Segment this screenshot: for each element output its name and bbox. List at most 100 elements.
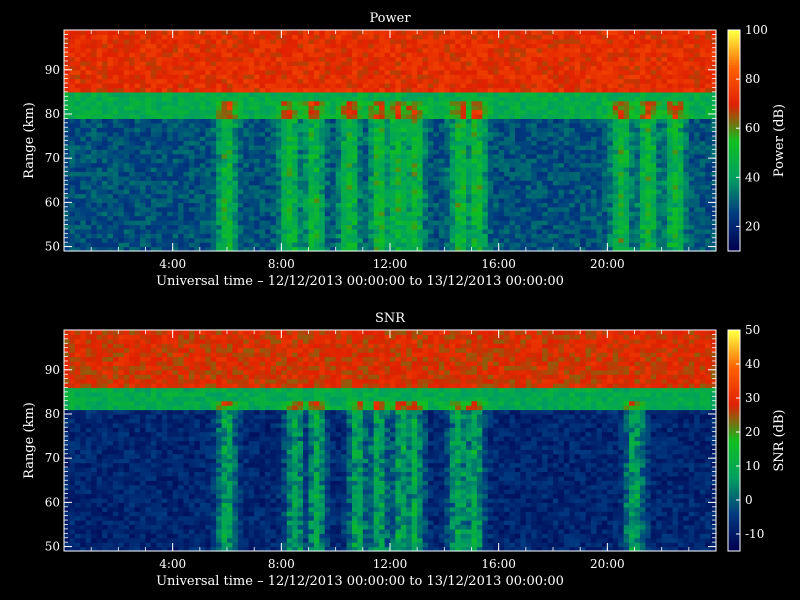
heatmap-cell — [390, 193, 397, 199]
heatmap-cell — [96, 131, 103, 137]
heatmap-cell — [74, 91, 81, 97]
heatmap-cell — [286, 211, 293, 217]
heatmap-cell — [107, 175, 114, 181]
heatmap-cell — [313, 224, 320, 230]
heatmap-cell — [205, 158, 212, 164]
heatmap-cell — [129, 167, 136, 173]
heatmap-cell — [297, 127, 304, 133]
heatmap-cell — [536, 109, 543, 115]
heatmap-cell — [172, 78, 179, 84]
heatmap-cell — [91, 153, 98, 159]
heatmap-cell — [580, 167, 587, 173]
heatmap-cell — [286, 105, 293, 111]
heatmap-cell — [313, 140, 320, 146]
heatmap-cell — [188, 34, 195, 40]
heatmap-cell — [297, 131, 304, 137]
heatmap-cell — [167, 220, 174, 226]
heatmap-cell — [74, 127, 81, 133]
heatmap-cell — [487, 113, 494, 119]
heatmap-cell — [422, 34, 429, 40]
heatmap-cell — [471, 171, 478, 177]
heatmap-cell — [129, 69, 136, 75]
heatmap-cell — [531, 158, 538, 164]
heatmap-cell — [482, 237, 489, 243]
heatmap-cell — [123, 202, 130, 208]
heatmap-cell — [319, 237, 326, 243]
heatmap-cell — [428, 193, 435, 199]
heatmap-cell — [476, 83, 483, 89]
heatmap-cell — [102, 215, 109, 221]
heatmap-cell — [237, 127, 244, 133]
heatmap-cell — [531, 184, 538, 190]
heatmap-cell — [379, 69, 386, 75]
heatmap-cell — [134, 131, 141, 137]
heatmap-cell — [205, 34, 212, 40]
heatmap-cell — [237, 153, 244, 159]
heatmap-cell — [319, 65, 326, 71]
heatmap-cell — [531, 30, 538, 36]
heatmap-cell — [574, 237, 581, 243]
heatmap-cell — [134, 87, 141, 93]
heatmap-cell — [210, 184, 217, 190]
heatmap-cell — [563, 211, 570, 217]
heatmap-cell — [509, 136, 516, 142]
heatmap-cell — [351, 38, 358, 44]
heatmap-cell — [227, 69, 234, 75]
heatmap-cell — [259, 149, 266, 155]
heatmap-cell — [270, 220, 277, 226]
heatmap-cell — [563, 122, 570, 128]
heatmap-cell — [471, 78, 478, 84]
heatmap-cell — [580, 233, 587, 239]
heatmap-cell — [74, 140, 81, 146]
heatmap-cell — [493, 131, 500, 137]
heatmap-cell — [259, 109, 266, 115]
heatmap-cell — [243, 215, 250, 221]
heatmap-cell — [259, 206, 266, 212]
heatmap-cell — [313, 158, 320, 164]
heatmap-cell — [232, 83, 239, 89]
heatmap-cell — [210, 56, 217, 62]
heatmap-cell — [487, 109, 494, 115]
heatmap-cell — [199, 140, 206, 146]
heatmap-cell — [373, 153, 380, 159]
heatmap-cell — [107, 144, 114, 150]
heatmap-cell — [188, 180, 195, 186]
heatmap-cell — [351, 109, 358, 115]
heatmap-cell — [390, 131, 397, 137]
heatmap-cell — [460, 100, 467, 106]
heatmap-cell — [482, 83, 489, 89]
heatmap-cell — [368, 34, 375, 40]
heatmap-cell — [281, 91, 288, 97]
heatmap-cell — [601, 184, 608, 190]
heatmap-cell — [178, 237, 185, 243]
heatmap-cell — [275, 122, 282, 128]
heatmap-cell — [346, 153, 353, 159]
heatmap-cell — [150, 131, 157, 137]
heatmap-cell — [210, 47, 217, 53]
heatmap-cell — [303, 167, 310, 173]
heatmap-cell — [286, 56, 293, 62]
heatmap-cell — [216, 197, 223, 203]
heatmap-cell — [172, 224, 179, 230]
heatmap-cell — [531, 175, 538, 181]
heatmap-cell — [134, 96, 141, 102]
heatmap-cell — [286, 220, 293, 226]
heatmap-cell — [210, 100, 217, 106]
heatmap-cell — [199, 153, 206, 159]
heatmap-cell — [455, 113, 462, 119]
heatmap-cell — [449, 233, 456, 239]
heatmap-cell — [362, 158, 369, 164]
heatmap-cell — [303, 158, 310, 164]
heatmap-cell — [395, 242, 402, 248]
heatmap-cell — [324, 74, 331, 80]
heatmap-cell — [351, 233, 358, 239]
heatmap-cell — [406, 113, 413, 119]
heatmap-cell — [270, 237, 277, 243]
heatmap-cell — [74, 30, 81, 36]
heatmap-cell — [493, 52, 500, 58]
heatmap-cell — [341, 38, 348, 44]
heatmap-cell — [493, 118, 500, 124]
heatmap-cell — [118, 122, 125, 128]
heatmap-cell — [194, 60, 201, 66]
heatmap-cell — [438, 136, 445, 142]
